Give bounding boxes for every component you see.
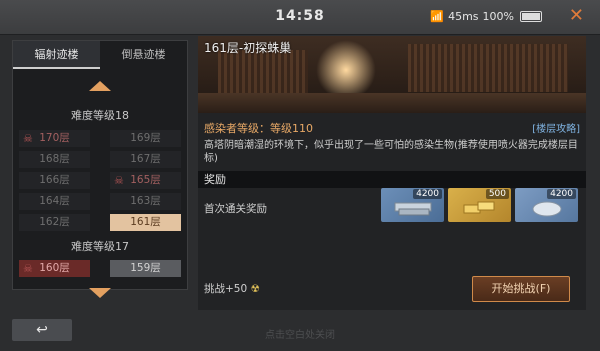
ore-icon [532, 201, 561, 217]
stage-title: 161层-初探蛛巢 [204, 41, 292, 55]
bookshelf-graphic [218, 50, 308, 94]
skull-icon: ☠ [23, 132, 33, 145]
skull-icon: ☠ [114, 174, 124, 187]
difficulty-title-17: 难度等级17 [71, 240, 129, 253]
floor-166[interactable]: 166层 [19, 172, 90, 189]
chevron-down-icon [89, 288, 111, 298]
floor-170[interactable]: ☠ 170层 [19, 130, 90, 147]
status-area: 📶 45ms 100% [430, 10, 542, 23]
battery-icon [520, 11, 542, 22]
item-quantity: 4200 [547, 189, 576, 199]
scene-floor [198, 93, 586, 113]
item-quantity: 500 [485, 189, 509, 199]
skull-icon: ☠ [23, 262, 33, 275]
floor-160[interactable]: ☠ 160层 [19, 260, 90, 277]
lamp-glow [316, 40, 376, 100]
battery-percent: 100% [482, 10, 514, 23]
floor-162[interactable]: 162层 [19, 214, 90, 231]
network-latency: 45ms [448, 10, 479, 23]
first-clear-label: 首次通关奖励 [204, 203, 267, 215]
floor-165[interactable]: ☠ 165层 [110, 172, 181, 189]
floor-grid-17: ☠ 160层 159层 [19, 260, 181, 277]
reward-items: 4200 500 4200 [381, 188, 578, 222]
chevron-up-icon [89, 81, 111, 91]
item-quantity: 4200 [413, 189, 442, 199]
steel-bars-icon [394, 202, 431, 216]
scroll-up-arrow[interactable] [13, 81, 187, 95]
tab-inverted-tower[interactable]: 倒悬迹楼 [100, 41, 187, 69]
floor-grid-18: ☠ 170层 169层 168层 167层 166层 ☠ 165层 164层 163… [19, 130, 181, 231]
reward-item-steel[interactable]: 4200 [381, 188, 444, 222]
stage-detail-panel: 161层-初探蛛巢 感染者等级：等级110 [楼层攻略] 高塔阴暗潮湿的环境下，… [198, 36, 586, 310]
floor-161[interactable]: 161层 [110, 214, 181, 231]
wifi-icon: 📶 [430, 10, 445, 23]
reward-section-header: 奖励 [198, 171, 586, 188]
floor-164[interactable]: 164层 [19, 193, 90, 210]
radiation-icon: ☢ [250, 283, 260, 295]
bookshelf-graphic [408, 44, 568, 92]
floor-167[interactable]: 167层 [110, 151, 181, 168]
floor-guide-link[interactable]: [楼层攻略] [532, 120, 580, 135]
reward-item-ore[interactable]: 4200 [515, 188, 578, 222]
footer-hint: 点击空白处关闭 [265, 330, 335, 341]
challenge-reward: 挑战+50 ☢ [204, 281, 260, 296]
window: 14:58 📶 45ms 100% ✕ 辐射迹楼 倒悬迹楼 难度等级18 ☠ 17… [0, 0, 600, 351]
floor-list-panel: 辐射迹楼 倒悬迹楼 难度等级18 ☠ 170层 169层 168层 167层 16… [12, 40, 188, 298]
tab-radiation-tower[interactable]: 辐射迹楼 [13, 41, 100, 69]
floor-168[interactable]: 168层 [19, 151, 90, 168]
close-icon[interactable]: ✕ [569, 5, 584, 26]
difficulty-title-18: 难度等级18 [71, 109, 129, 122]
title-bar: 14:58 📶 45ms 100% ✕ [0, 0, 600, 35]
floor-169[interactable]: 169层 [110, 130, 181, 147]
challenge-text: 挑战+50 [204, 283, 248, 295]
back-button[interactable]: ↩ [12, 319, 72, 341]
tab-bar: 辐射迹楼 倒悬迹楼 [13, 41, 187, 69]
floor-159[interactable]: 159层 [110, 260, 181, 277]
stage-description: 高塔阴暗潮湿的环境下，似乎出现了一些可怕的感染生物(推荐使用喷火器完成楼层目标) [204, 140, 578, 164]
stage-info: 感染者等级：等级110 [楼层攻略] 高塔阴暗潮湿的环境下，似乎出现了一些可怕的… [204, 120, 580, 165]
scroll-down-arrow[interactable] [13, 288, 187, 302]
gold-bars-icon [463, 201, 494, 214]
start-challenge-button[interactable]: 开始挑战(F) [472, 276, 570, 302]
floor-163[interactable]: 163层 [110, 193, 181, 210]
stage-scene-image: 161层-初探蛛巢 [198, 36, 586, 113]
infected-level: 感染者等级：等级110 [204, 122, 313, 135]
reward-item-gold[interactable]: 500 [448, 188, 511, 222]
